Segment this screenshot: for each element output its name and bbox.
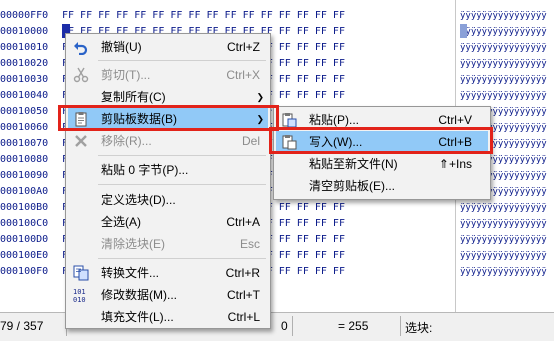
menu-item-label: 撤销(U): [101, 40, 142, 54]
menu-item-shortcut: Ctrl+X: [226, 68, 260, 82]
row-offset: 00010090: [0, 170, 49, 181]
hex-row: 00000FF0 FF FF FF FF FF FF FF FF FF FF FF…: [0, 8, 554, 24]
binary-icon: 101 010: [73, 288, 86, 303]
chevron-right-icon: ❯: [256, 92, 264, 102]
clipboard-icon: [75, 112, 87, 127]
row-offset: 000100C0: [0, 218, 49, 229]
row-ascii[interactable]: ÿÿÿÿÿÿÿÿÿÿÿÿÿÿÿÿ: [460, 264, 554, 280]
menu-item-cut[interactable]: 剪切(T)... Ctrl+X: [68, 64, 268, 86]
menu-item-define-block[interactable]: 定义选块(D)...: [68, 189, 268, 211]
submenu-item-paste[interactable]: 粘贴(P)... Ctrl+V: [276, 109, 488, 131]
menu-item-convert-file[interactable]: 转换文件... Ctrl+R: [68, 262, 268, 284]
row-offset: 00010050: [0, 106, 49, 117]
submenu-item-paste-new-file[interactable]: 粘贴至新文件(N) ⇑+Ins: [276, 153, 488, 175]
menu-separator: [98, 258, 266, 259]
row-offset: 00000FF0: [0, 10, 49, 21]
row-offset: 00010030: [0, 74, 49, 85]
write-icon: [282, 135, 297, 150]
row-ascii[interactable]: ÿÿÿÿÿÿÿÿÿÿÿÿÿÿÿÿ: [460, 40, 554, 56]
svg-text:010: 010: [73, 296, 86, 303]
menu-item-label: 剪切(T)...: [101, 68, 151, 82]
row-offset: 00010000: [0, 26, 49, 37]
menu-separator: [98, 155, 266, 156]
menu-item-label: 清空剪贴板(E)...: [309, 179, 395, 193]
row-offset: 000100E0: [0, 250, 49, 261]
row-offset: 000100D0: [0, 234, 49, 245]
row-offset: 00010040: [0, 90, 49, 101]
menu-separator: [98, 184, 266, 185]
menu-item-shortcut: Ctrl+L: [227, 310, 260, 324]
menu-item-label: 复制所有(C): [101, 90, 166, 104]
status-divider: [292, 316, 293, 336]
menu-item-shortcut: Ctrl+B: [438, 135, 472, 149]
row-ascii[interactable]: ÿÿÿÿÿÿÿÿÿÿÿÿÿÿÿÿ: [460, 232, 554, 248]
menu-item-shortcut: Del: [241, 134, 260, 148]
menu-item-label: 全选(A): [101, 215, 141, 229]
status-value: = 255: [338, 319, 369, 333]
menu-item-undo[interactable]: 撤销(U) Ctrl+Z: [68, 36, 268, 58]
submenu-item-clear-clipboard[interactable]: 清空剪贴板(E)...: [276, 175, 488, 197]
row-ascii[interactable]: ÿÿÿÿÿÿÿÿÿÿÿÿÿÿÿÿ: [460, 248, 554, 264]
menu-item-modify-data[interactable]: 101 010 修改数据(M)... Ctrl+T: [68, 284, 268, 306]
clipboard-submenu: 粘贴(P)... Ctrl+V 写入(W)... Ctrl+B 粘贴至新文件(N…: [273, 106, 491, 200]
menu-item-shortcut: ⇑+Ins: [438, 157, 472, 171]
row-offset: 00010060: [0, 122, 49, 133]
menu-item-shortcut: Ctrl+V: [438, 113, 472, 127]
menu-item-clear-block[interactable]: 清除选块(E) Esc: [68, 233, 268, 255]
menu-separator: [98, 60, 266, 61]
menu-item-label: 清除选块(E): [101, 237, 165, 251]
row-ascii[interactable]: ÿÿÿÿÿÿÿÿÿÿÿÿÿÿÿÿ: [460, 200, 554, 216]
row-offset: 00010070: [0, 138, 49, 149]
menu-item-shortcut: Ctrl+Z: [227, 40, 260, 54]
svg-text:101: 101: [73, 288, 86, 296]
menu-item-label: 粘贴(P)...: [309, 113, 359, 127]
status-field: 0: [281, 319, 288, 333]
menu-item-copy-all[interactable]: 复制所有(C) ❯: [68, 86, 268, 108]
row-offset: 000100F0: [0, 266, 49, 277]
menu-item-label: 剪贴板数据(B): [101, 112, 177, 126]
menu-item-label: 修改数据(M)...: [101, 288, 177, 302]
menu-item-clipboard-data[interactable]: 剪贴板数据(B) ❯: [68, 108, 268, 130]
menu-item-fill-file[interactable]: 填充文件(L)... Ctrl+L: [68, 306, 268, 328]
row-offset: 00010020: [0, 58, 49, 69]
row-ascii[interactable]: ÿÿÿÿÿÿÿÿÿÿÿÿÿÿÿÿ: [460, 88, 554, 104]
row-ascii[interactable]: ÿÿÿÿÿÿÿÿÿÿÿÿÿÿÿÿ: [460, 8, 554, 24]
chevron-right-icon: ❯: [256, 114, 264, 124]
ascii-cursor: [460, 24, 467, 38]
menu-item-label: 粘贴至新文件(N): [309, 157, 398, 171]
menu-item-remove[interactable]: 移除(R)... Del: [68, 130, 268, 152]
convert-icon: [73, 265, 89, 281]
menu-item-shortcut: Ctrl+A: [226, 215, 260, 229]
menu-item-label: 移除(R)...: [101, 134, 152, 148]
status-divider: [400, 316, 401, 336]
row-ascii[interactable]: ÿÿÿÿÿÿÿÿÿÿÿÿÿÿÿÿ: [460, 24, 554, 40]
menu-item-paste-bytes[interactable]: 粘贴 0 字节(P)...: [68, 159, 268, 181]
menu-item-label: 写入(W)...: [309, 135, 363, 149]
menu-item-label: 粘贴 0 字节(P)...: [101, 163, 189, 177]
menu-item-shortcut: Ctrl+T: [227, 288, 260, 302]
row-ascii[interactable]: ÿÿÿÿÿÿÿÿÿÿÿÿÿÿÿÿ: [460, 56, 554, 72]
delete-icon: [75, 135, 87, 147]
context-menu: 撤销(U) Ctrl+Z 剪切(T)... Ctrl+X 复制所有(C) ❯ 剪…: [65, 33, 271, 329]
row-offset: 00010080: [0, 154, 49, 165]
paste-icon: [282, 113, 297, 128]
menu-item-label: 定义选块(D)...: [101, 193, 176, 207]
row-offset: 00010010: [0, 42, 49, 53]
status-selection-label: 选块:: [405, 321, 433, 335]
menu-item-shortcut: Esc: [239, 237, 260, 251]
row-offset: 000100B0: [0, 202, 49, 213]
menu-item-select-all[interactable]: 全选(A) Ctrl+A: [68, 211, 268, 233]
undo-icon: [74, 42, 88, 55]
row-ascii[interactable]: ÿÿÿÿÿÿÿÿÿÿÿÿÿÿÿÿ: [460, 72, 554, 88]
menu-item-label: 填充文件(L)...: [101, 310, 174, 324]
status-position: 79 / 357: [0, 319, 44, 333]
row-ascii[interactable]: ÿÿÿÿÿÿÿÿÿÿÿÿÿÿÿÿ: [460, 216, 554, 232]
menu-item-label: 转换文件...: [101, 266, 160, 280]
submenu-item-write[interactable]: 写入(W)... Ctrl+B: [276, 131, 488, 153]
row-offset: 000100A0: [0, 186, 49, 197]
row-bytes[interactable]: FF FF FF FF FF FF FF FF FF FF FF FF FF F…: [62, 8, 442, 24]
scissors-icon: [73, 67, 89, 83]
menu-item-shortcut: Ctrl+R: [225, 266, 260, 280]
